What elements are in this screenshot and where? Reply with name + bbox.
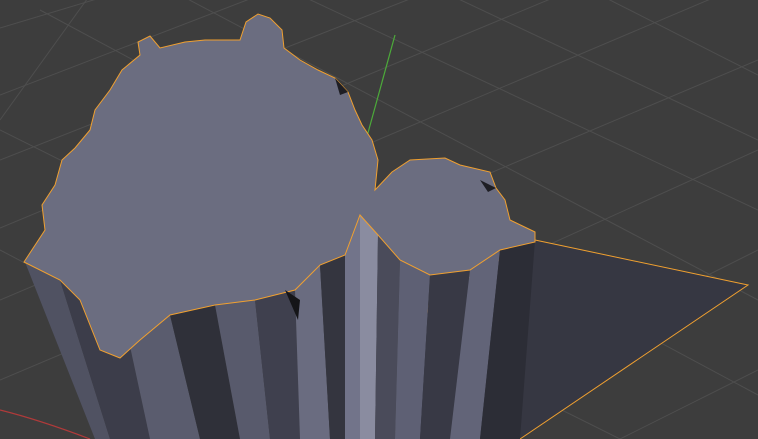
viewport-canvas[interactable] [0, 0, 758, 439]
3d-viewport[interactable] [0, 0, 758, 439]
